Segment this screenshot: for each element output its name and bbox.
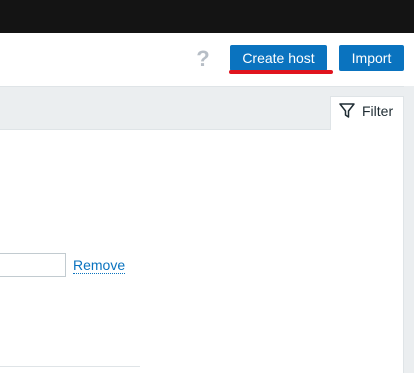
top-bar	[0, 0, 414, 33]
filter-value-input[interactable]	[0, 253, 66, 277]
highlight-underline	[229, 70, 333, 74]
filter-tab[interactable]: Filter	[330, 96, 404, 130]
question-mark-icon[interactable]: ?	[196, 47, 210, 71]
create-host-button[interactable]: Create host	[230, 45, 327, 71]
scrollbar[interactable]	[404, 86, 414, 373]
filter-content-panel	[0, 130, 404, 373]
remove-link[interactable]: Remove	[73, 257, 126, 274]
import-button[interactable]: Import	[339, 45, 404, 71]
funnel-icon	[339, 103, 355, 119]
filter-label: Filter	[362, 103, 394, 119]
divider	[0, 366, 140, 367]
